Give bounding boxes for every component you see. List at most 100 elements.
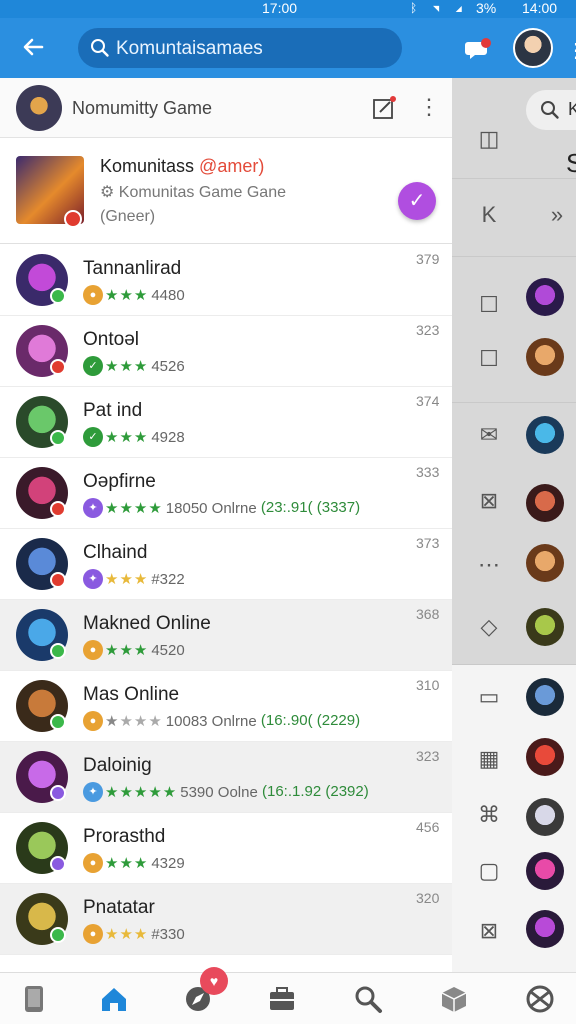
divider — [452, 402, 576, 403]
globe-icon[interactable] — [524, 983, 556, 1015]
divider — [452, 256, 576, 257]
game-meta: ● ★★★ 4520 — [83, 640, 185, 660]
frame-icon[interactable]: ▭ — [476, 684, 502, 710]
divider — [452, 178, 576, 179]
side-avatar[interactable] — [526, 416, 564, 454]
notification-badge[interactable]: ♥ — [200, 967, 228, 995]
box-x-icon[interactable]: ⊠ — [476, 918, 502, 944]
side-panel: K ◫ K » ☐ ☐ ✉ ⊠ ⋯ ◇ ▭ ▦ ⌘ ▢ ⊠ S — [452, 78, 576, 972]
panel-more-icon[interactable]: ⋮ — [418, 94, 440, 120]
mail-icon[interactable]: ✉ — [476, 422, 502, 448]
side-avatar[interactable] — [526, 910, 564, 948]
community-avatar[interactable] — [16, 85, 62, 131]
status-clock-right: 14:00 — [522, 0, 558, 16]
search-input[interactable]: Komuntaisamaes — [78, 28, 402, 68]
more-vert-icon[interactable]: ⋮ — [566, 38, 576, 63]
chat-notification-icon[interactable] — [464, 36, 492, 62]
side-avatar[interactable] — [526, 544, 564, 582]
game-extra: (23:.91( (3337) — [260, 498, 361, 516]
checkbox-icon[interactable]: ☐ — [476, 346, 502, 372]
game-count: 373 — [416, 535, 440, 551]
game-row[interactable]: Mas Online ● ★★★★ 10083 Onlrne (16:.90( (22… — [0, 671, 452, 742]
game-row[interactable]: Oəpfirne ✦ ★★★★ 18050 Onlrne (23:.91( (3337… — [0, 458, 452, 529]
status-badge — [50, 430, 66, 446]
status-badge — [50, 927, 66, 943]
status-badge — [50, 501, 66, 517]
game-score: 18050 Onlrne — [165, 499, 257, 517]
featured-subtitle-2: (Gneer) — [100, 208, 156, 225]
battery-level: 3% — [476, 0, 497, 16]
game-name: Clhaind — [83, 542, 148, 563]
checkbox-icon[interactable]: ☐ — [476, 292, 502, 318]
phone-icon[interactable] — [18, 983, 50, 1015]
game-extra: (16:.90( (2229) — [260, 711, 361, 729]
game-row[interactable]: Ontoəl ✓ ★★★ 4526 323 — [0, 316, 452, 387]
game-type-icon: ✦ — [83, 498, 103, 518]
dots-icon[interactable]: ⋯ — [476, 552, 502, 578]
game-score: 5390 Oolne — [180, 783, 258, 801]
featured-community[interactable]: Komunitass @amer) ⚙ Komunitas Game Gane … — [0, 138, 452, 244]
game-count: 310 — [416, 677, 440, 693]
status-badge — [50, 856, 66, 872]
side-search-input[interactable]: K — [526, 90, 576, 130]
game-meta: ✦ ★★★★★ 5390 Oolne (16:.1.92 (2392) — [83, 782, 369, 802]
game-row[interactable]: Pat ind ✓ ★★★ 4928 374 — [0, 387, 452, 458]
search-nav-icon[interactable] — [352, 983, 384, 1015]
side-avatar[interactable] — [526, 738, 564, 776]
game-score: 4526 — [151, 357, 185, 375]
user-avatar[interactable] — [513, 28, 553, 68]
featured-badge — [64, 210, 82, 228]
tag-icon[interactable]: ◇ — [476, 614, 502, 640]
chevron-left-icon[interactable]: K — [476, 202, 502, 228]
game-count: 320 — [416, 890, 440, 906]
grid-icon[interactable]: ◫ — [476, 126, 502, 152]
edit-icon[interactable] — [372, 96, 396, 120]
search-text: Komuntaisamaes — [116, 38, 263, 59]
shuffle-icon[interactable]: ⌘ — [476, 802, 502, 828]
status-badge — [50, 359, 66, 375]
game-row[interactable]: Tannanlirad ● ★★★ 4480 379 — [0, 245, 452, 316]
panel-header: Nomumitty Game ⋮ — [0, 78, 452, 138]
side-avatar[interactable] — [526, 608, 564, 646]
game-row[interactable]: Pnatatar ● ★★★ #330 320 — [0, 884, 452, 955]
game-row[interactable]: Prorasthd ● ★★★ 4329 456 — [0, 813, 452, 884]
folder-icon[interactable]: ▢ — [476, 858, 502, 884]
side-avatar[interactable] — [526, 278, 564, 316]
briefcase-icon[interactable] — [266, 983, 298, 1015]
game-score: 4520 — [151, 641, 185, 659]
game-meta: ✦ ★★★★ 18050 Onlrne (23:.91( (3337) — [83, 498, 360, 518]
side-avatar[interactable] — [526, 484, 564, 522]
game-row[interactable]: Makned Online ● ★★★ 4520 368 — [0, 600, 452, 671]
home-icon[interactable] — [98, 983, 130, 1015]
game-row[interactable]: Clhaind ✦ ★★★ #322 373 — [0, 529, 452, 600]
side-avatar[interactable] — [526, 852, 564, 890]
box-icon[interactable] — [438, 983, 470, 1015]
table-icon[interactable]: ▦ — [476, 746, 502, 772]
status-badge — [50, 714, 66, 730]
back-arrow-icon[interactable] — [18, 32, 50, 64]
box-x-icon[interactable]: ⊠ — [476, 488, 502, 514]
double-chevron-icon[interactable]: » — [544, 202, 570, 228]
game-name: Oəpfirne — [83, 471, 156, 492]
side-avatar[interactable] — [526, 338, 564, 376]
game-row[interactable]: Daloinig ✦ ★★★★★ 5390 Oolne (16:.1.92 (2392… — [0, 742, 452, 813]
check-button[interactable]: ✓ — [398, 182, 436, 220]
game-meta: ● ★★★ 4480 — [83, 285, 185, 305]
search-icon — [541, 101, 559, 119]
game-meta: ● ★★★ 4329 — [83, 853, 185, 873]
divider — [452, 664, 576, 665]
game-count: 333 — [416, 464, 440, 480]
game-type-icon: ● — [83, 924, 103, 944]
game-type-icon: ● — [83, 853, 103, 873]
side-avatar[interactable] — [526, 798, 564, 836]
game-type-icon: ● — [83, 711, 103, 731]
side-avatar[interactable] — [526, 678, 564, 716]
featured-title: Komunitass @amer) — [100, 156, 265, 176]
game-score: #322 — [151, 570, 185, 588]
status-badge — [50, 785, 66, 801]
game-extra: (16:.1.92 (2392) — [262, 782, 369, 800]
status-badge — [50, 572, 66, 588]
game-score: 4928 — [151, 428, 185, 446]
game-type-icon: ✦ — [83, 569, 103, 589]
gear-icon: ⚙ — [100, 184, 119, 201]
